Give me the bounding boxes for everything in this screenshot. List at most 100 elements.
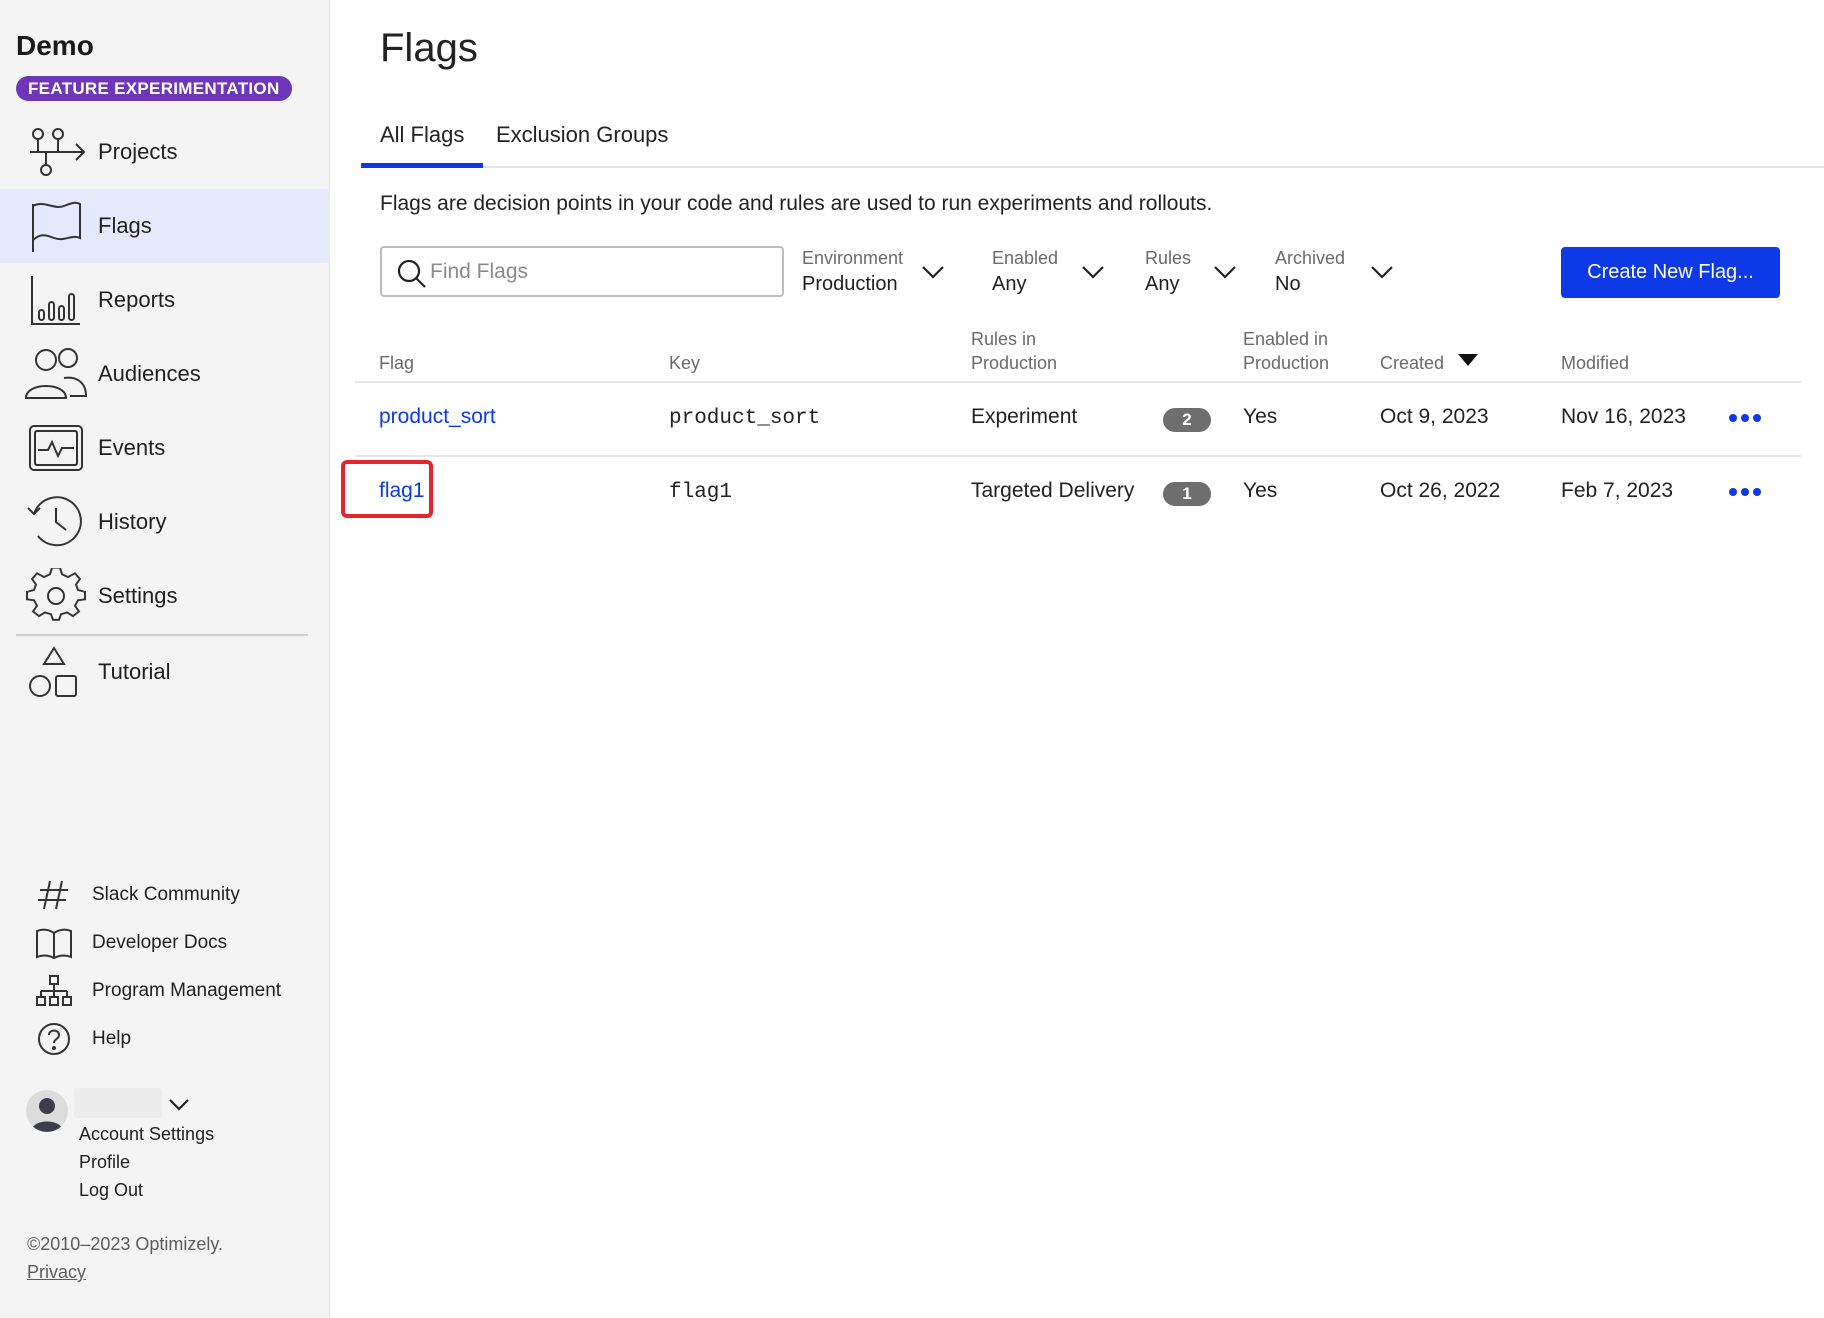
- column-header-created[interactable]: Created: [1380, 351, 1444, 375]
- org-chart-icon: [34, 973, 74, 1009]
- filter-label: Environment: [802, 248, 904, 268]
- column-header-modified[interactable]: Modified: [1561, 351, 1629, 375]
- filter-label: Archived: [1275, 248, 1346, 268]
- resource-slack-community[interactable]: Slack Community: [0, 873, 330, 917]
- filter-enabled[interactable]: Enabled Any: [992, 246, 1108, 302]
- column-header-line: Production: [971, 353, 1058, 373]
- rule-type: Targeted Delivery: [971, 479, 1135, 502]
- shapes-icon: [24, 644, 88, 700]
- nav-item-projects[interactable]: Projects: [0, 115, 330, 189]
- modified-date: Nov 16, 2023: [1561, 405, 1686, 428]
- modified-date: Feb 7, 2023: [1561, 479, 1674, 502]
- nav-label: Events: [98, 435, 166, 460]
- log-out-link[interactable]: Log Out: [79, 1180, 143, 1201]
- nav-label: Flags: [98, 213, 152, 238]
- user-name-redacted: [74, 1088, 162, 1118]
- filter-value: No: [1275, 273, 1301, 295]
- rule-type: Experiment: [971, 405, 1078, 428]
- gear-icon: [24, 566, 88, 624]
- resource-label: Program Management: [92, 980, 282, 1001]
- nav-item-tutorial[interactable]: Tutorial: [0, 635, 330, 709]
- tab-bar: All Flags Exclusion Groups: [361, 115, 1824, 168]
- tab-all-flags[interactable]: All Flags: [361, 115, 484, 168]
- nav-item-events[interactable]: Events: [0, 411, 330, 485]
- flag-icon: [24, 198, 88, 254]
- filter-value: Any: [992, 273, 1027, 295]
- nav-divider: [16, 634, 308, 636]
- audiences-icon: [24, 346, 88, 402]
- more-options-icon[interactable]: [1728, 411, 1762, 425]
- column-header-line: Rules in: [971, 329, 1037, 349]
- help-icon: [34, 1021, 74, 1057]
- search-box[interactable]: [380, 246, 784, 297]
- column-header-enabled[interactable]: Enabled in Production: [1243, 327, 1329, 375]
- tab-exclusion-groups[interactable]: Exclusion Groups: [477, 115, 687, 168]
- column-header-line: Enabled in: [1243, 329, 1329, 349]
- filter-archived[interactable]: Archived No: [1275, 246, 1395, 302]
- flag-key: product_sort: [669, 407, 821, 430]
- events-icon: [24, 420, 88, 476]
- rule-count-badge: 1: [1163, 482, 1211, 506]
- privacy-link[interactable]: Privacy: [27, 1262, 86, 1283]
- filter-label: Enabled: [992, 248, 1059, 268]
- projects-icon: [24, 124, 88, 180]
- table-row: flag1 flag1 Targeted Delivery 1 Yes Oct …: [341, 457, 1801, 531]
- copyright: ©2010–2023 Optimizely.: [27, 1234, 224, 1254]
- account-settings-link[interactable]: Account Settings: [79, 1124, 214, 1145]
- search-input[interactable]: [430, 256, 770, 288]
- filter-label: Rules: [1145, 248, 1192, 268]
- flag-key: flag1: [669, 481, 733, 504]
- more-options-icon[interactable]: [1728, 485, 1762, 499]
- column-header-key[interactable]: Key: [669, 351, 700, 375]
- nav-label: Projects: [98, 139, 178, 164]
- column-header-flag[interactable]: Flag: [379, 351, 414, 375]
- resource-label: Developer Docs: [92, 932, 228, 953]
- flag-name-link[interactable]: product_sort: [379, 405, 496, 429]
- avatar[interactable]: [26, 1090, 68, 1132]
- created-date: Oct 9, 2023: [1380, 405, 1489, 428]
- nav-label: Reports: [98, 287, 176, 312]
- column-header-rules[interactable]: Rules in Production: [971, 327, 1057, 375]
- nav-item-settings[interactable]: Settings: [0, 559, 330, 633]
- main-content: Flags All Flags Exclusion Groups Flags a…: [331, 0, 1824, 1318]
- filter-value: Production: [802, 273, 898, 295]
- chevron-down-icon: [1082, 266, 1104, 279]
- nav-item-flags[interactable]: Flags: [0, 189, 330, 263]
- chevron-down-icon: [1214, 266, 1236, 279]
- profile-link[interactable]: Profile: [79, 1152, 130, 1173]
- chevron-down-icon: [922, 266, 944, 279]
- product-badge: FEATURE EXPERIMENTATION: [16, 76, 292, 101]
- nav-item-audiences[interactable]: Audiences: [0, 337, 330, 411]
- resource-help[interactable]: Help: [0, 1017, 330, 1061]
- book-icon: [34, 925, 74, 961]
- create-new-flag-button[interactable]: Create New Flag...: [1561, 247, 1780, 298]
- hashtag-icon: [34, 877, 74, 913]
- nav-label: Audiences: [98, 361, 201, 386]
- chevron-down-icon: [1371, 266, 1393, 279]
- resource-developer-docs[interactable]: Developer Docs: [0, 921, 330, 965]
- resource-label: Help: [92, 1028, 132, 1049]
- table-row: product_sort product_sort Experiment 2 Y…: [355, 383, 1801, 457]
- chevron-down-icon[interactable]: [166, 1094, 192, 1114]
- filter-value: Any: [1145, 273, 1180, 295]
- created-date: Oct 26, 2022: [1380, 479, 1501, 502]
- sort-descending-icon[interactable]: [1458, 354, 1478, 368]
- org-name: Demo: [16, 30, 94, 61]
- filter-environment[interactable]: Environment Production: [802, 246, 946, 302]
- column-header-line: Production: [1243, 353, 1330, 373]
- resource-label: Slack Community: [92, 884, 240, 905]
- enabled-value: Yes: [1243, 405, 1278, 428]
- nav-label: History: [98, 509, 167, 534]
- history-icon: [24, 494, 88, 550]
- nav-item-history[interactable]: History: [0, 485, 330, 559]
- table-header: Flag Key Rules in Production Enabled in …: [355, 326, 1801, 383]
- flag-name-link[interactable]: flag1: [379, 479, 425, 503]
- filter-rules[interactable]: Rules Any: [1145, 246, 1239, 302]
- nav-label: Settings: [98, 583, 178, 608]
- page-description: Flags are decision points in your code a…: [380, 192, 1213, 215]
- nav-label: Tutorial: [98, 659, 171, 684]
- nav-item-reports[interactable]: Reports: [0, 263, 330, 337]
- reports-icon: [24, 272, 88, 328]
- search-icon: [396, 258, 428, 290]
- resource-program-management[interactable]: Program Management: [0, 969, 330, 1013]
